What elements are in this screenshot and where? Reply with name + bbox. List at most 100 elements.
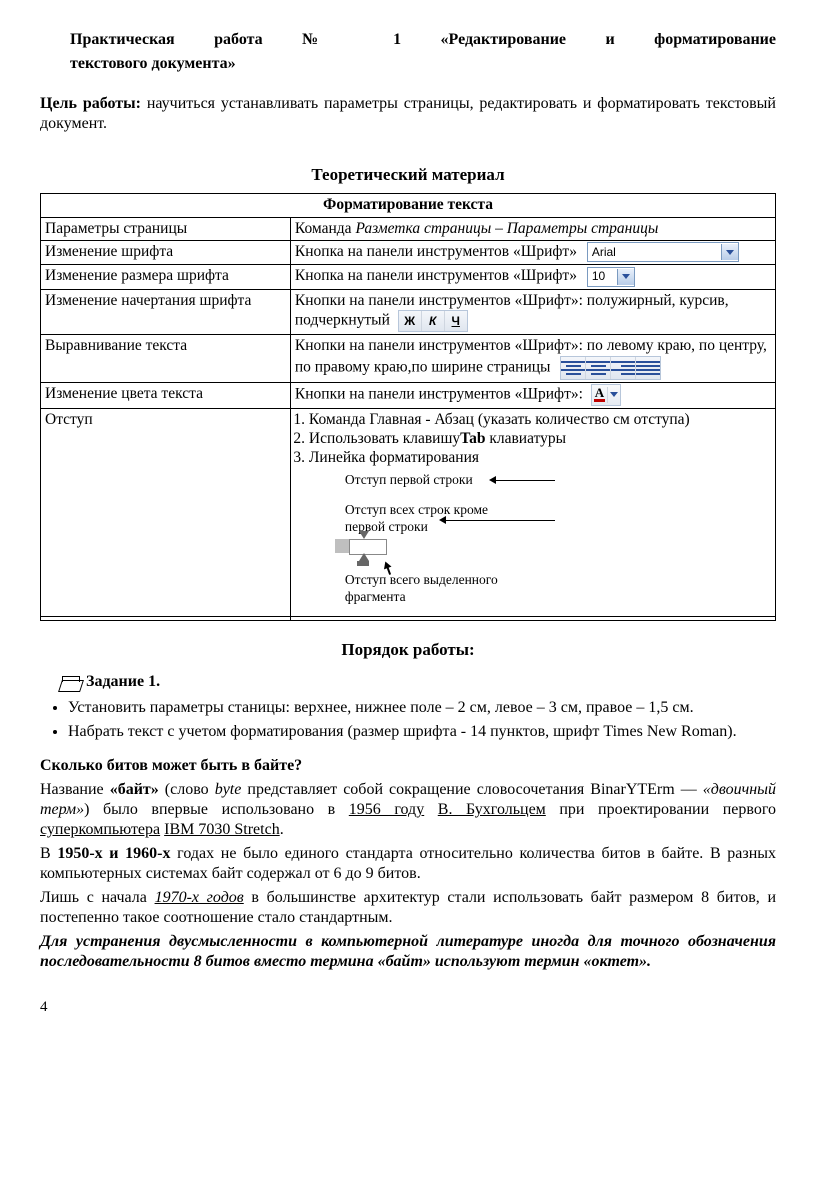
text-bold: 1950-х и 1960-х (57, 845, 170, 862)
cell: Кнопка на панели инструментов «Шрифт» 10 (290, 265, 775, 289)
table-row: Отступ Команда Главная - Абзац (указать … (41, 408, 776, 616)
text-underline: В. Бухгольцем (438, 801, 546, 818)
italic-button[interactable]: К (422, 311, 445, 331)
article-paragraph: Лишь с начала 1970-х годов в большинстве… (40, 888, 776, 928)
cell: Параметры страницы (41, 217, 291, 240)
cell: Отступ (41, 408, 291, 616)
size-dropdown-value: 10 (588, 269, 617, 284)
font-color-icon: А (594, 387, 605, 402)
callout-block-indent: Отступ всего выделенного фрагмента (345, 572, 545, 606)
text: Кнопка на панели инструментов «Шрифт» (295, 243, 577, 260)
cell: Изменение шрифта (41, 241, 291, 265)
goal-text: научиться устанавливать параметры страни… (40, 95, 776, 132)
list-item: Набрать текст с учетом форматирования (р… (68, 722, 776, 742)
font-color-button[interactable]: А (591, 384, 621, 406)
text-bold-italic: Для устранения двусмысленности в компьют… (40, 933, 776, 970)
article-paragraph: Название «байт» (слово byte представляет… (40, 780, 776, 840)
table-row: Изменение шрифта Кнопка на панели инстру… (41, 241, 776, 265)
table-row: Изменение цвета текста Кнопки на панели … (41, 382, 776, 408)
table-row: Изменение размера шрифта Кнопка на панел… (41, 265, 776, 289)
text: Лишь с начала (40, 889, 155, 906)
table-row: Параметры страницы Команда Разметка стра… (41, 217, 776, 240)
folder-icon (58, 674, 84, 692)
cell: Изменение начертания шрифта (41, 289, 291, 334)
align-center-button[interactable] (586, 357, 611, 379)
text: В (40, 845, 57, 862)
goal-label: Цель работы: (40, 95, 141, 112)
chevron-down-icon[interactable] (610, 392, 618, 397)
list-item: Линейка форматирования (309, 448, 771, 467)
list-item: Использовать клавишуTab клавиатуры (309, 429, 771, 448)
list-item: Команда Главная - Абзац (указать количес… (309, 410, 771, 429)
text: Кнопки на панели инструментов «Шрифт»: п… (295, 337, 767, 375)
text-underline: суперкомпьютера (40, 821, 160, 838)
theory-heading: Теоретический материал (40, 164, 776, 185)
table-row: Изменение начертания шрифта Кнопки на па… (41, 289, 776, 334)
cell-empty (41, 616, 291, 620)
cell: Команда Главная - Абзац (указать количес… (290, 408, 775, 616)
cell: Команда Разметка страницы – Параметры ст… (290, 217, 775, 240)
task-1-heading: Задание 1. (58, 672, 776, 692)
bold-button[interactable]: Ж (399, 311, 422, 331)
text: . (280, 821, 284, 838)
text: при проектировании первого (546, 801, 776, 818)
text: представляет собой сокращение словосочет… (241, 781, 702, 798)
cell-empty (290, 616, 775, 620)
text: ) было впервые использовано в (84, 801, 349, 818)
order-heading: Порядок работы: (40, 639, 776, 660)
chevron-down-icon[interactable] (721, 244, 738, 260)
cell: Изменение цвета текста (41, 382, 291, 408)
ruler-diagram: Отступ первой строки Отступ всех строк к… (345, 472, 771, 612)
text-underline: 1956 году (349, 801, 424, 818)
cell: Кнопки на панели инструментов «Шрифт»: А (290, 382, 775, 408)
text-bold: «байт» (110, 781, 159, 798)
text: (слово (159, 781, 215, 798)
article-paragraph: Для устранения двусмысленности в компьют… (40, 932, 776, 972)
cell: Выравнивание текста (41, 335, 291, 382)
doc-title-line1: Практическая работа № 1 «Редактирование … (70, 30, 776, 50)
text-italic-underline: 1970-х годов (155, 889, 244, 906)
text (424, 801, 438, 818)
text: Использовать клавишу (309, 430, 460, 447)
text-italic: byte (215, 781, 242, 798)
text: Команда (295, 220, 356, 237)
task-1-bullets: Установить параметры станицы: верхнее, н… (50, 698, 776, 742)
arrow-icon (495, 480, 555, 482)
article-subheading: Сколько битов может быть в байте? (40, 756, 776, 776)
text: клавиатуры (485, 430, 566, 447)
table-header: Форматирование текста (41, 194, 776, 217)
text: Название (40, 781, 110, 798)
alignment-group (560, 356, 661, 380)
indent-list: Команда Главная - Абзац (указать количес… (295, 410, 771, 468)
size-dropdown[interactable]: 10 (587, 267, 635, 287)
font-dropdown[interactable]: Arial (587, 242, 739, 262)
text: Кнопки на панели инструментов «Шрифт»: (295, 385, 583, 402)
formatting-table: Форматирование текста Параметры страницы… (40, 193, 776, 621)
arrow-icon (445, 520, 555, 522)
table-row: Выравнивание текста Кнопки на панели инс… (41, 335, 776, 382)
chevron-down-icon[interactable] (617, 269, 634, 285)
text: Кнопки на панели инструментов «Шрифт»: п… (295, 292, 729, 329)
align-left-button[interactable] (561, 357, 586, 379)
align-justify-button[interactable] (636, 357, 660, 379)
text-underline: IBM 7030 Stretch (164, 821, 280, 838)
bold-italic-underline-group: Ж К Ч (398, 310, 468, 332)
text-italic: Разметка страницы – Параметры страницы (355, 220, 658, 237)
list-item: Установить параметры станицы: верхнее, н… (68, 698, 776, 718)
callout-first-line-indent: Отступ первой строки (345, 472, 473, 489)
table-row (41, 616, 776, 620)
goal-paragraph: Цель работы: научиться устанавливать пар… (40, 94, 776, 134)
text-bold: Tab (460, 430, 485, 447)
cell: Изменение размера шрифта (41, 265, 291, 289)
align-right-button[interactable] (611, 357, 636, 379)
cell: Кнопки на панели инструментов «Шрифт»: п… (290, 289, 775, 334)
font-dropdown-value: Arial (588, 245, 721, 260)
cell: Кнопки на панели инструментов «Шрифт»: п… (290, 335, 775, 382)
text: Кнопка на панели инструментов «Шрифт» (295, 267, 577, 284)
underline-button[interactable]: Ч (445, 311, 467, 331)
cell: Кнопка на панели инструментов «Шрифт» Ar… (290, 241, 775, 265)
article-paragraph: В 1950-х и 1960-х годах не было единого … (40, 844, 776, 884)
task-1-label: Задание 1. (86, 673, 160, 690)
doc-title-line2: текстового документа» (70, 54, 776, 74)
page-number: 4 (40, 998, 776, 1017)
